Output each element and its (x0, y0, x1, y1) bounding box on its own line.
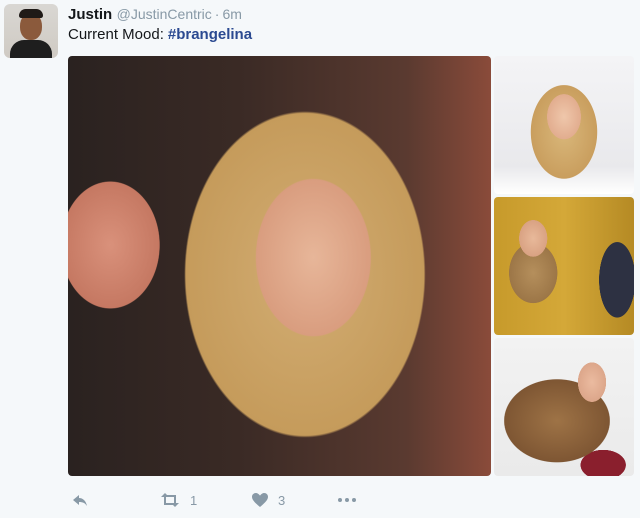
avatar-hair (19, 9, 43, 18)
photo-right-bottom[interactable] (494, 338, 634, 476)
separator-dot: · (214, 6, 220, 22)
tweet-media (68, 56, 634, 476)
like-button[interactable]: 3 (250, 490, 285, 510)
hashtag-link[interactable]: #brangelina (168, 26, 252, 43)
more-icon (336, 490, 358, 510)
tweet-text: Current Mood: #brangelina (68, 26, 252, 43)
photo-right-middle[interactable] (494, 197, 634, 335)
author-name[interactable]: Justin (68, 6, 112, 23)
tweet-time[interactable]: 6m (222, 6, 241, 22)
reply-button[interactable] (70, 490, 90, 510)
tweet-header: Justin @JustinCentric · 6m (68, 6, 242, 24)
author-handle[interactable]: @JustinCentric (117, 6, 212, 22)
retweet-button[interactable]: 1 (158, 490, 197, 510)
tweet[interactable]: Justin @JustinCentric · 6m Current Mood: #b… (0, 0, 640, 518)
avatar[interactable] (4, 4, 58, 58)
photo-main[interactable] (68, 56, 491, 476)
retweet-count: 1 (190, 492, 198, 508)
reply-icon (70, 490, 90, 510)
retweet-icon (158, 490, 182, 510)
more-button[interactable] (336, 490, 358, 510)
heart-icon (250, 490, 270, 510)
like-count: 3 (278, 492, 286, 508)
photo-right-top[interactable] (494, 56, 634, 194)
avatar-shirt (10, 40, 52, 58)
tweet-body: Current Mood: (68, 26, 164, 43)
